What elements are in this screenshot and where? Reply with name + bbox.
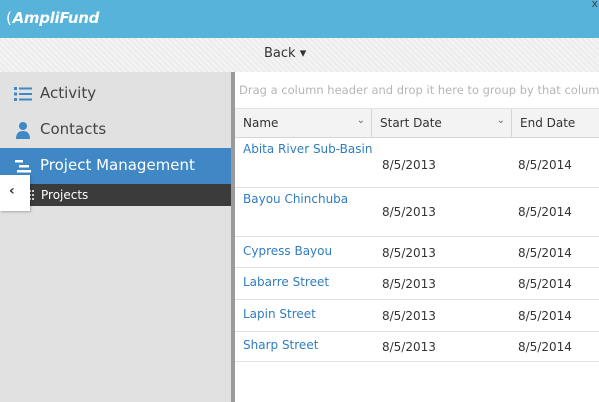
table-row[interactable]: Labarre Street 8/5/2013 8/5/2014 (235, 268, 599, 300)
sidebar-item-contacts[interactable]: Contacts (0, 112, 231, 148)
back-button[interactable]: Back ▾ (264, 46, 306, 61)
close-icon[interactable]: x (591, 0, 598, 10)
table-row[interactable]: Lapin Street 8/5/2013 8/5/2014 (235, 300, 599, 332)
start-date-cell: 8/5/2013 (382, 340, 436, 354)
sidebar-subitem-label: Projects (41, 188, 89, 202)
sidebar-item-label: Contacts (40, 120, 107, 138)
column-header-start-date[interactable]: Start Date ⌄ (372, 109, 512, 137)
group-placeholder: Drag a column header and drop it here to… (239, 83, 599, 97)
project-name-link[interactable]: Labarre Street (243, 275, 329, 289)
start-date-cell: 8/5/2013 (382, 246, 436, 260)
end-date-cell: 8/5/2014 (518, 205, 572, 219)
end-date-cell: 8/5/2014 (518, 309, 572, 323)
project-name-link[interactable]: Abita River Sub-Basin (243, 142, 372, 156)
project-name-link[interactable]: Cypress Bayou (243, 244, 332, 258)
start-date-cell: 8/5/2013 (382, 277, 436, 291)
start-date-cell: 8/5/2013 (382, 205, 436, 219)
group-drop-area[interactable]: Drag a column header and drop it here to… (235, 72, 599, 109)
project-name-link[interactable]: Lapin Street (243, 307, 316, 321)
table-row[interactable]: Abita River Sub-Basin 8/5/2013 8/5/2014 (235, 138, 599, 188)
end-date-cell: 8/5/2014 (518, 340, 572, 354)
top-bar: (AmpliFund x (0, 0, 599, 38)
app-logo[interactable]: (AmpliFund (6, 9, 99, 27)
project-name-link[interactable]: Bayou Chinchuba (243, 192, 348, 206)
start-date-cell: 8/5/2013 (382, 309, 436, 323)
chevron-down-icon[interactable]: ⌄ (357, 115, 365, 126)
sidebar-item-project-management[interactable]: Project Management (0, 148, 239, 184)
table-row[interactable]: Sharp Street 8/5/2013 8/5/2014 (235, 332, 599, 362)
sidebar-item-label: Project Management (40, 156, 195, 174)
project-icon (15, 160, 31, 173)
column-header-end-date[interactable]: End Date (512, 109, 599, 137)
toolbar: Back ▾ (0, 38, 599, 73)
chevron-down-icon[interactable]: ⌄ (497, 115, 505, 126)
collapse-sidebar-button[interactable]: ‹ (0, 175, 30, 211)
projects-grid: Drag a column header and drop it here to… (235, 72, 599, 402)
person-icon (16, 122, 30, 139)
start-date-cell: 8/5/2013 (382, 158, 436, 172)
sidebar-item-activity[interactable]: Activity (0, 76, 231, 112)
column-header-name[interactable]: Name ⌄ (235, 109, 372, 137)
sidebar-subitem-projects[interactable]: Projects (0, 184, 231, 206)
end-date-cell: 8/5/2014 (518, 277, 572, 291)
list-icon (14, 87, 32, 101)
grid-header: Name ⌄ Start Date ⌄ End Date (235, 109, 599, 138)
sidebar: Activity Contacts Project Management Pro… (0, 72, 239, 402)
end-date-cell: 8/5/2014 (518, 158, 572, 172)
chevron-left-icon: ‹ (9, 183, 15, 199)
end-date-cell: 8/5/2014 (518, 246, 572, 260)
sidebar-item-label: Activity (40, 84, 97, 102)
table-row[interactable]: Cypress Bayou 8/5/2013 8/5/2014 (235, 237, 599, 268)
project-name-link[interactable]: Sharp Street (243, 338, 318, 352)
table-row[interactable]: Bayou Chinchuba 8/5/2013 8/5/2014 (235, 188, 599, 237)
